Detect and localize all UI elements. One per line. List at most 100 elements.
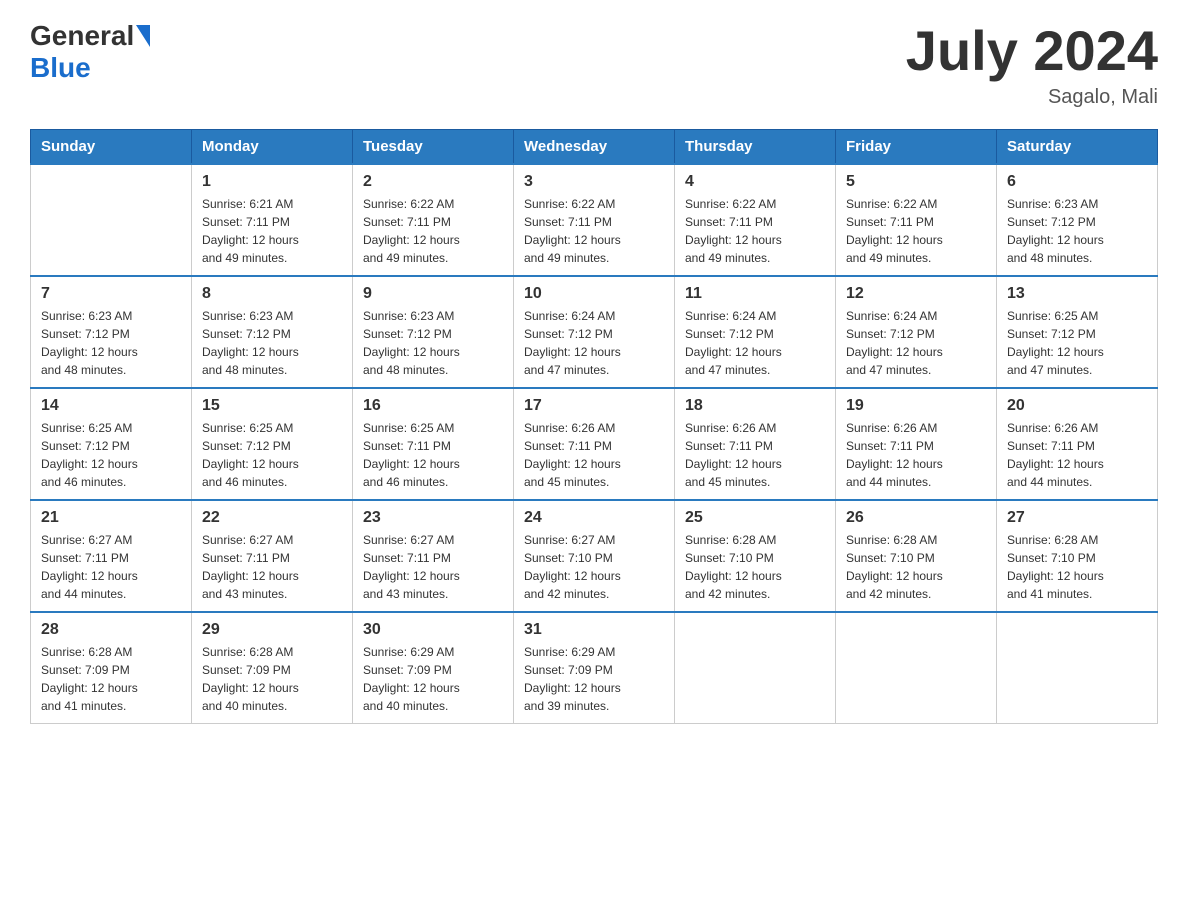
calendar-cell: 14 Sunrise: 6:25 AMSunset: 7:12 PMDayligh… [31,388,192,500]
day-number: 29 [202,621,342,639]
calendar-cell: 19 Sunrise: 6:26 AMSunset: 7:11 PMDayligh… [836,388,997,500]
day-info: Sunrise: 6:25 AMSunset: 7:11 PMDaylight:… [363,419,503,491]
day-number: 8 [202,285,342,303]
calendar-cell: 20 Sunrise: 6:26 AMSunset: 7:11 PMDayligh… [997,388,1158,500]
calendar-cell: 18Sunrise: 6:26 AMSunset: 7:11 PMDayligh… [675,388,836,500]
calendar-cell: 31Sunrise: 6:29 AMSunset: 7:09 PMDayligh… [514,612,675,724]
logo-triangle-icon [136,25,150,47]
day-info: Sunrise: 6:23 AMSunset: 7:12 PMDaylight:… [202,307,342,379]
calendar-cell: 15Sunrise: 6:25 AMSunset: 7:12 PMDayligh… [192,388,353,500]
day-number: 5 [846,173,986,191]
day-of-week-header: Saturday [997,129,1158,164]
day-number: 21 [41,509,181,527]
day-info: Sunrise: 6:24 AMSunset: 7:12 PMDaylight:… [685,307,825,379]
calendar-cell: 5 Sunrise: 6:22 AMSunset: 7:11 PMDaylight… [836,164,997,276]
day-number: 20 [1007,397,1147,415]
day-number: 1 [202,173,342,191]
day-info: Sunrise: 6:21 AMSunset: 7:11 PMDaylight:… [202,195,342,267]
day-info: Sunrise: 6:25 AMSunset: 7:12 PMDaylight:… [1007,307,1147,379]
calendar-cell: 12 Sunrise: 6:24 AMSunset: 7:12 PMDayligh… [836,276,997,388]
logo: General Blue [30,20,152,84]
logo-general-text: General [30,20,134,52]
day-info: Sunrise: 6:29 AMSunset: 7:09 PMDaylight:… [363,643,503,715]
day-info: Sunrise: 6:28 AMSunset: 7:10 PMDaylight:… [846,531,986,603]
calendar-week-row: 14 Sunrise: 6:25 AMSunset: 7:12 PMDayligh… [31,388,1158,500]
calendar-cell: 22 Sunrise: 6:27 AMSunset: 7:11 PMDayligh… [192,500,353,612]
calendar-cell: 28 Sunrise: 6:28 AMSunset: 7:09 PMDayligh… [31,612,192,724]
day-number: 3 [524,173,664,191]
day-number: 23 [363,509,503,527]
day-info: Sunrise: 6:27 AMSunset: 7:11 PMDaylight:… [202,531,342,603]
day-number: 2 [363,173,503,191]
day-number: 26 [846,509,986,527]
calendar-week-row: 28 Sunrise: 6:28 AMSunset: 7:09 PMDayligh… [31,612,1158,724]
day-info: Sunrise: 6:28 AMSunset: 7:10 PMDaylight:… [685,531,825,603]
day-number: 11 [685,285,825,303]
day-number: 19 [846,397,986,415]
calendar-title: July 2024 [906,20,1158,82]
day-info: Sunrise: 6:24 AMSunset: 7:12 PMDaylight:… [524,307,664,379]
day-of-week-header: Wednesday [514,129,675,164]
day-info: Sunrise: 6:22 AMSunset: 7:11 PMDaylight:… [685,195,825,267]
page-header: General Blue July 2024 Sagalo, Mali [30,20,1158,109]
calendar-cell: 2 Sunrise: 6:22 AMSunset: 7:11 PMDaylight… [353,164,514,276]
day-of-week-header: Sunday [31,129,192,164]
title-block: July 2024 Sagalo, Mali [906,20,1158,109]
day-info: Sunrise: 6:26 AMSunset: 7:11 PMDaylight:… [1007,419,1147,491]
day-info: Sunrise: 6:23 AMSunset: 7:12 PMDaylight:… [363,307,503,379]
day-info: Sunrise: 6:22 AMSunset: 7:11 PMDaylight:… [524,195,664,267]
day-info: Sunrise: 6:27 AMSunset: 7:10 PMDaylight:… [524,531,664,603]
day-info: Sunrise: 6:24 AMSunset: 7:12 PMDaylight:… [846,307,986,379]
calendar-cell: 26 Sunrise: 6:28 AMSunset: 7:10 PMDayligh… [836,500,997,612]
day-info: Sunrise: 6:27 AMSunset: 7:11 PMDaylight:… [41,531,181,603]
day-info: Sunrise: 6:28 AMSunset: 7:09 PMDaylight:… [202,643,342,715]
day-number: 7 [41,285,181,303]
day-of-week-header: Monday [192,129,353,164]
logo-blue-text: Blue [30,52,91,83]
day-of-week-header: Friday [836,129,997,164]
calendar-cell: 3 Sunrise: 6:22 AMSunset: 7:11 PMDaylight… [514,164,675,276]
day-number: 14 [41,397,181,415]
day-info: Sunrise: 6:22 AMSunset: 7:11 PMDaylight:… [846,195,986,267]
day-info: Sunrise: 6:26 AMSunset: 7:11 PMDaylight:… [524,419,664,491]
calendar-cell: 25 Sunrise: 6:28 AMSunset: 7:10 PMDayligh… [675,500,836,612]
calendar-cell: 1 Sunrise: 6:21 AMSunset: 7:11 PMDaylight… [192,164,353,276]
day-info: Sunrise: 6:22 AMSunset: 7:11 PMDaylight:… [363,195,503,267]
day-number: 22 [202,509,342,527]
calendar-location: Sagalo, Mali [906,86,1158,109]
calendar-week-row: 21 Sunrise: 6:27 AMSunset: 7:11 PMDayligh… [31,500,1158,612]
calendar-cell: 8 Sunrise: 6:23 AMSunset: 7:12 PMDaylight… [192,276,353,388]
day-number: 10 [524,285,664,303]
calendar-cell: 6 Sunrise: 6:23 AMSunset: 7:12 PMDaylight… [997,164,1158,276]
calendar-cell: 10 Sunrise: 6:24 AMSunset: 7:12 PMDayligh… [514,276,675,388]
calendar-cell: 24 Sunrise: 6:27 AMSunset: 7:10 PMDayligh… [514,500,675,612]
day-number: 12 [846,285,986,303]
day-number: 15 [202,397,342,415]
day-info: Sunrise: 6:26 AMSunset: 7:11 PMDaylight:… [685,419,825,491]
calendar-cell: 23 Sunrise: 6:27 AMSunset: 7:11 PMDayligh… [353,500,514,612]
calendar-cell: 7Sunrise: 6:23 AMSunset: 7:12 PMDaylight… [31,276,192,388]
day-info: Sunrise: 6:28 AMSunset: 7:09 PMDaylight:… [41,643,181,715]
day-number: 16 [363,397,503,415]
calendar-cell: 9Sunrise: 6:23 AMSunset: 7:12 PMDaylight… [353,276,514,388]
calendar-cell: 4 Sunrise: 6:22 AMSunset: 7:11 PMDaylight… [675,164,836,276]
calendar-header-row: SundayMondayTuesdayWednesdayThursdayFrid… [31,129,1158,164]
calendar-cell: 27Sunrise: 6:28 AMSunset: 7:10 PMDayligh… [997,500,1158,612]
calendar-cell: 16 Sunrise: 6:25 AMSunset: 7:11 PMDayligh… [353,388,514,500]
day-info: Sunrise: 6:28 AMSunset: 7:10 PMDaylight:… [1007,531,1147,603]
day-number: 24 [524,509,664,527]
day-info: Sunrise: 6:27 AMSunset: 7:11 PMDaylight:… [363,531,503,603]
day-info: Sunrise: 6:26 AMSunset: 7:11 PMDaylight:… [846,419,986,491]
day-info: Sunrise: 6:25 AMSunset: 7:12 PMDaylight:… [41,419,181,491]
calendar-cell: 30Sunrise: 6:29 AMSunset: 7:09 PMDayligh… [353,612,514,724]
calendar-week-row: 1 Sunrise: 6:21 AMSunset: 7:11 PMDaylight… [31,164,1158,276]
calendar-cell: 13Sunrise: 6:25 AMSunset: 7:12 PMDayligh… [997,276,1158,388]
day-number: 4 [685,173,825,191]
day-number: 17 [524,397,664,415]
day-number: 6 [1007,173,1147,191]
calendar-cell [675,612,836,724]
calendar-cell [997,612,1158,724]
day-number: 25 [685,509,825,527]
day-info: Sunrise: 6:23 AMSunset: 7:12 PMDaylight:… [1007,195,1147,267]
day-number: 28 [41,621,181,639]
